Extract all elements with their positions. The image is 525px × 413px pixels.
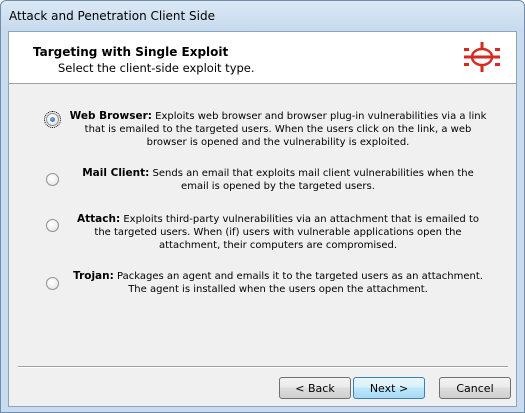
red-target-logo-icon	[464, 42, 500, 72]
web-browser-label: Web Browser:	[69, 110, 152, 122]
mail-client-text: Mail Client: Sends an email that exploit…	[69, 167, 487, 193]
mail-client-label: Mail Client:	[82, 167, 150, 179]
cancel-button[interactable]: Cancel	[439, 377, 511, 399]
wizard-window: Attack and Penetration Client Side Targe…	[0, 0, 525, 413]
page-subtitle: Select the client-side exploit type.	[58, 61, 255, 75]
page-title: Targeting with Single Exploit	[33, 45, 229, 59]
trojan-description: Packages an agent and emails it to the t…	[117, 271, 483, 295]
button-separator	[18, 366, 508, 368]
web-browser-radio[interactable]	[44, 111, 61, 128]
back-button[interactable]: < Back	[279, 377, 351, 399]
next-button[interactable]: Next >	[353, 377, 425, 399]
mail-client-radio[interactable]	[46, 173, 59, 186]
title-bar[interactable]: Attack and Penetration Client Side	[1, 1, 524, 31]
web-browser-text: Web Browser: Exploits web browser and br…	[69, 110, 487, 149]
mail-client-description: Sends an email that exploits mail client…	[152, 168, 474, 192]
trojan-radio[interactable]	[46, 277, 59, 290]
attach-label: Attach:	[77, 213, 121, 225]
attach-text: Attach: Exploits third-party vulnerabili…	[69, 213, 487, 252]
wizard-header: Targeting with Single Exploit Select the…	[9, 32, 516, 84]
window-title: Attack and Penetration Client Side	[9, 9, 215, 23]
attach-description: Exploits third-party vulnerabilities via…	[94, 214, 479, 251]
wizard-client-area: Targeting with Single Exploit Select the…	[8, 31, 517, 407]
attach-radio[interactable]	[46, 219, 59, 232]
trojan-text: Trojan: Packages an agent and emails it …	[69, 270, 487, 296]
trojan-label: Trojan:	[73, 270, 114, 282]
